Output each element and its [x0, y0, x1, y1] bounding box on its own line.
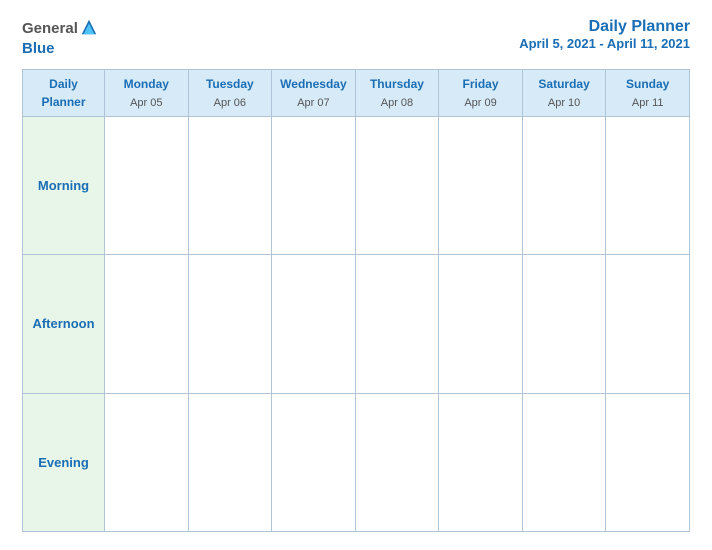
col-header-monday: MondayApr 05: [105, 70, 189, 117]
cell-afternoon-wednesday[interactable]: [272, 255, 356, 393]
table-row: Afternoon: [23, 255, 690, 393]
cell-afternoon-thursday[interactable]: [355, 255, 439, 393]
col-header-friday: FridayApr 09: [439, 70, 523, 117]
logo-general: General: [22, 18, 98, 41]
cell-afternoon-saturday[interactable]: [522, 255, 606, 393]
cell-evening-thursday[interactable]: [355, 393, 439, 531]
cell-afternoon-sunday[interactable]: [606, 255, 690, 393]
logo-area: General Blue: [22, 18, 98, 57]
cell-morning-tuesday[interactable]: [188, 117, 272, 255]
row-label-evening: Evening: [23, 393, 105, 531]
cell-evening-wednesday[interactable]: [272, 393, 356, 531]
cell-morning-saturday[interactable]: [522, 117, 606, 255]
planner-table: Daily Planner MondayApr 05TuesdayApr 06W…: [22, 69, 690, 532]
cell-afternoon-friday[interactable]: [439, 255, 523, 393]
cell-evening-monday[interactable]: [105, 393, 189, 531]
row-label-morning: Morning: [23, 117, 105, 255]
title-area: Daily Planner April 5, 2021 - April 11, …: [519, 18, 690, 51]
cell-afternoon-tuesday[interactable]: [188, 255, 272, 393]
col-header-wednesday: WednesdayApr 07: [272, 70, 356, 117]
table-row: Morning: [23, 117, 690, 255]
col-header-sunday: SundayApr 11: [606, 70, 690, 117]
cell-morning-friday[interactable]: [439, 117, 523, 255]
cell-morning-sunday[interactable]: [606, 117, 690, 255]
cell-evening-friday[interactable]: [439, 393, 523, 531]
col-header-tuesday: TuesdayApr 06: [188, 70, 272, 117]
label-header-line2: Planner: [41, 95, 85, 109]
logo-blue: Blue: [22, 41, 98, 58]
table-row: Evening: [23, 393, 690, 531]
cell-evening-tuesday[interactable]: [188, 393, 272, 531]
cell-afternoon-monday[interactable]: [105, 255, 189, 393]
planner-subtitle: April 5, 2021 - April 11, 2021: [519, 36, 690, 51]
col-header-saturday: SaturdayApr 10: [522, 70, 606, 117]
planner-title: Daily Planner: [519, 18, 690, 36]
label-column-header: Daily Planner: [23, 70, 105, 117]
col-header-thursday: ThursdayApr 08: [355, 70, 439, 117]
row-label-afternoon: Afternoon: [23, 255, 105, 393]
cell-evening-sunday[interactable]: [606, 393, 690, 531]
cell-evening-saturday[interactable]: [522, 393, 606, 531]
cell-morning-thursday[interactable]: [355, 117, 439, 255]
logo-icon: [80, 18, 98, 36]
page: General Blue Daily Planner April 5, 2021…: [0, 0, 712, 550]
cell-morning-monday[interactable]: [105, 117, 189, 255]
label-header-line1: Daily: [49, 77, 78, 91]
cell-morning-wednesday[interactable]: [272, 117, 356, 255]
header: General Blue Daily Planner April 5, 2021…: [22, 18, 690, 57]
